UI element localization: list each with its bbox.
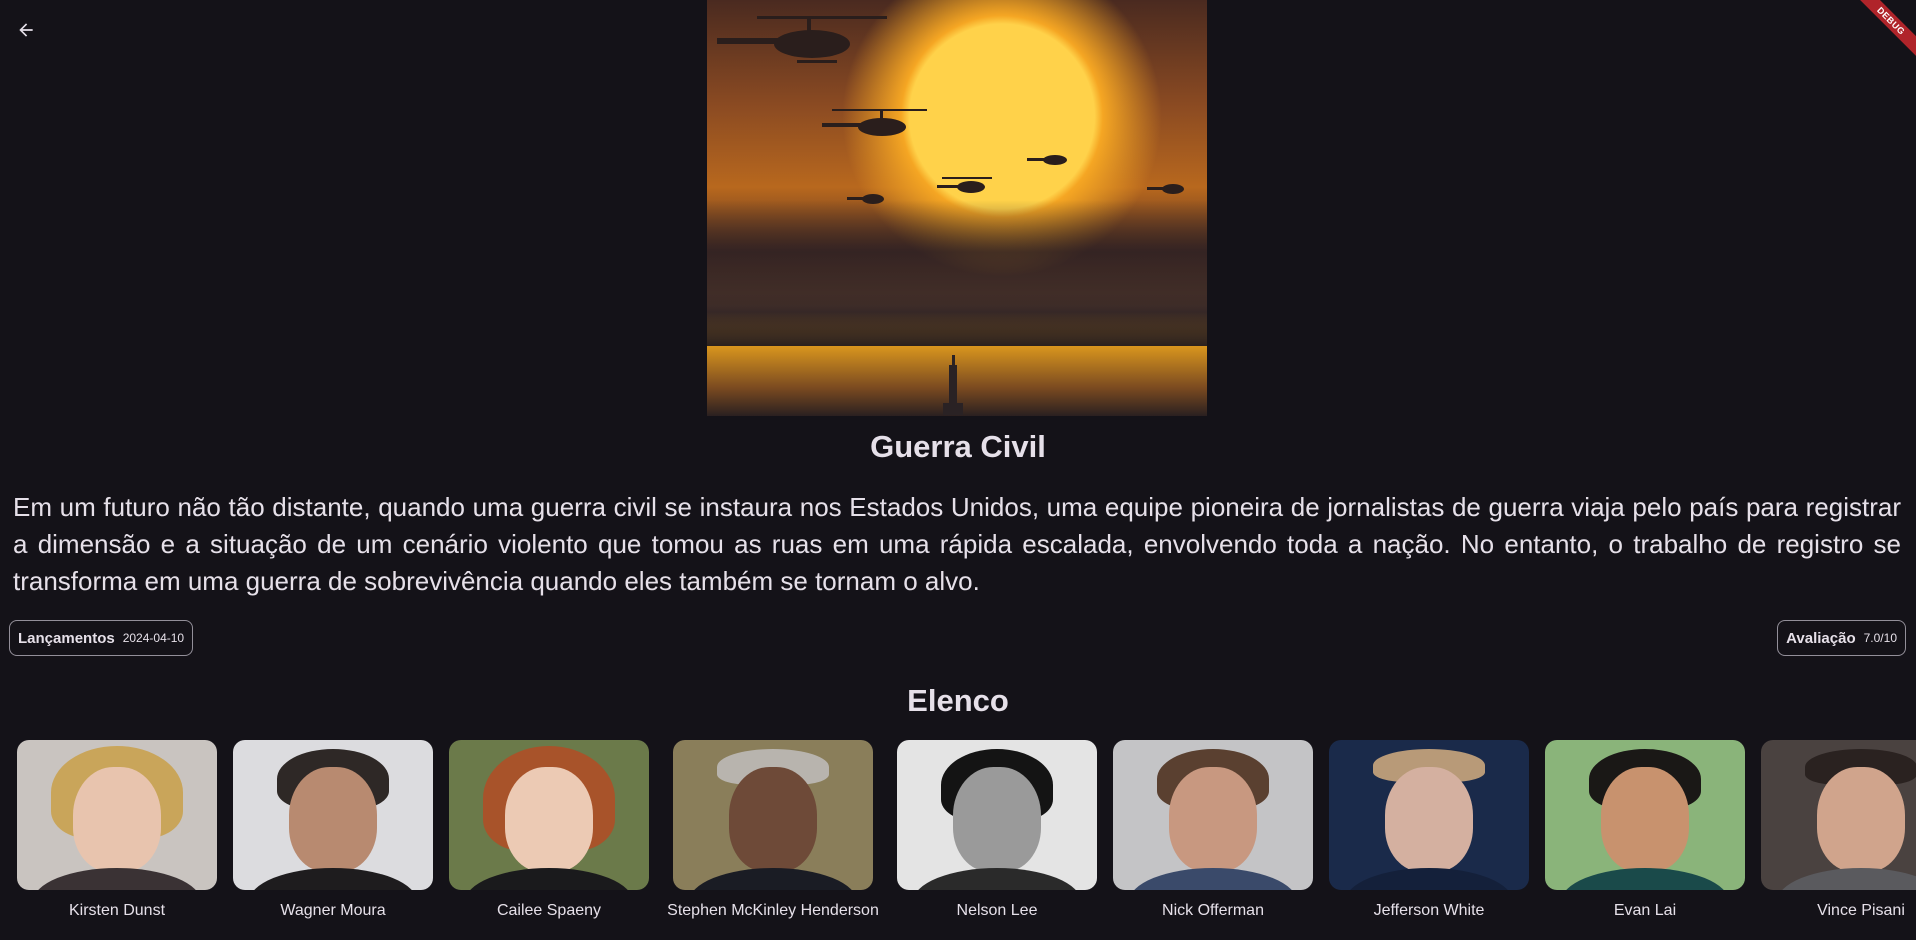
cast-photo: [897, 740, 1097, 890]
rating-label: Avaliação: [1786, 629, 1856, 647]
cast-photo: [1329, 740, 1529, 890]
cast-photo: [449, 740, 649, 890]
release-date-value: 2024-04-10: [122, 631, 185, 645]
back-button[interactable]: [10, 14, 42, 46]
release-date-chip[interactable]: Lançamentos 2024-04-10: [9, 620, 194, 656]
cast-name: Cailee Spaeny: [496, 902, 602, 919]
cast-name: Stephen McKinley Henderson: [667, 902, 879, 919]
statue-of-liberty-silhouette: [943, 355, 963, 415]
arrow-left-icon: [19, 23, 33, 37]
helicopter-silhouette: [1147, 184, 1184, 194]
rating-value: 7.0/10: [1863, 631, 1897, 645]
rating-chip[interactable]: Avaliação 7.0/10: [1777, 620, 1906, 656]
cast-name: Nelson Lee: [956, 902, 1038, 919]
helicopter-silhouette: [717, 16, 887, 63]
debug-banner: DEBUG: [1836, 0, 1916, 80]
movie-poster: [707, 0, 1207, 416]
cast-photo: [1761, 740, 1916, 890]
cast-photo: [673, 740, 873, 890]
cast-heading: Elenco: [907, 683, 1009, 718]
helicopter-silhouette: [1027, 155, 1067, 165]
helicopter-silhouette: [847, 194, 884, 204]
movie-title: Guerra Civil: [870, 429, 1046, 464]
cast-photo: [1113, 740, 1313, 890]
cast-list[interactable]: Kirsten Dunst Wagner Moura Cailee Spaeny…: [0, 740, 1916, 940]
helicopter-silhouette: [937, 177, 992, 193]
movie-overview: Em um futuro não tão distante, quando um…: [13, 492, 1901, 596]
cast-name: Vince Pisani: [1817, 902, 1905, 919]
cast-photo: [233, 740, 433, 890]
cast-name: Jefferson White: [1373, 902, 1485, 919]
cast-name: Nick Offerman: [1162, 902, 1264, 919]
cast-photo: [17, 740, 217, 890]
cast-photo: [1545, 740, 1745, 890]
release-date-label: Lançamentos: [18, 629, 115, 647]
cast-name: Evan Lai: [1613, 902, 1677, 919]
cast-name: Kirsten Dunst: [68, 902, 166, 919]
cast-name: Wagner Moura: [280, 902, 386, 919]
helicopter-silhouette: [822, 109, 927, 136]
